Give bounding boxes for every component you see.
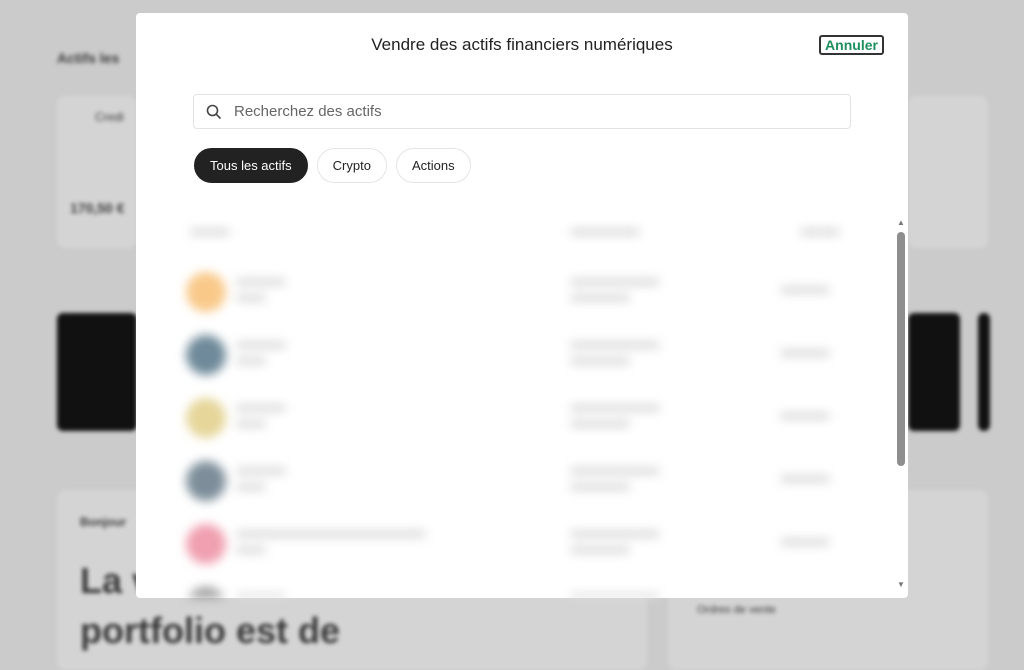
blurred-text	[236, 294, 266, 302]
scrollbar-thumb[interactable]	[897, 232, 905, 466]
blurred-text	[236, 483, 266, 491]
section-title: Actifs les	[57, 50, 120, 66]
greeting: Bonjour	[80, 515, 126, 529]
blurred-text	[780, 475, 830, 483]
banner	[57, 313, 137, 431]
blurred-text	[780, 349, 830, 357]
blurred-text	[570, 530, 660, 538]
blurred-text	[570, 404, 660, 412]
search-field[interactable]	[193, 94, 851, 129]
blurred-text	[570, 357, 630, 365]
blurred-text	[570, 278, 660, 286]
blurred-text	[780, 538, 830, 546]
blurred-text	[236, 546, 266, 554]
blurred-text	[236, 278, 286, 286]
filter-all-assets[interactable]: Tous les actifs	[194, 148, 308, 183]
blurred-text	[236, 530, 426, 538]
asset-row[interactable]	[160, 329, 860, 379]
scroll-up-arrow-icon[interactable]: ▲	[896, 218, 906, 227]
banner	[908, 313, 960, 431]
blurred-text	[236, 467, 286, 475]
asset-logo-icon	[186, 587, 226, 598]
asset-logo-icon	[186, 524, 226, 564]
blurred-text	[236, 357, 266, 365]
blurred-text	[570, 467, 660, 475]
sell-orders-link: Ordres de vente	[697, 604, 776, 616]
asset-row[interactable]	[160, 266, 860, 316]
asset-logo-icon	[186, 335, 226, 375]
asset-row[interactable]	[160, 455, 860, 505]
asset-row[interactable]	[160, 392, 860, 442]
sell-assets-modal: Vendre des actifs financiers numériques …	[136, 13, 908, 598]
modal-title: Vendre des actifs financiers numériques	[371, 35, 673, 54]
card-label: Credi	[95, 110, 124, 124]
filter-tabs: Tous les actifs Crypto Actions	[194, 148, 471, 183]
blurred-text	[780, 412, 830, 420]
blurred-text	[236, 404, 286, 412]
blurred-text	[570, 420, 630, 428]
blurred-text	[570, 341, 660, 349]
cancel-button[interactable]: Annuler	[819, 35, 884, 55]
banner	[978, 313, 990, 431]
search-input[interactable]	[234, 103, 814, 120]
scrollbar[interactable]: ▲ ▼	[896, 218, 906, 593]
asset-logo-icon	[186, 398, 226, 438]
blurred-text	[236, 420, 266, 428]
blurred-text	[236, 341, 286, 349]
blurred-text	[570, 546, 630, 554]
headline: portfolio est de	[80, 610, 340, 651]
filter-crypto[interactable]: Crypto	[316, 148, 387, 183]
blurred-text	[570, 294, 630, 302]
blurred-text	[780, 286, 830, 294]
card-value: 170,50 €	[70, 200, 125, 216]
asset-list	[160, 200, 878, 598]
blurred-text	[570, 593, 660, 598]
asset-logo-icon	[186, 272, 226, 312]
scroll-down-arrow-icon[interactable]: ▼	[896, 580, 906, 589]
asset-logo-icon	[186, 461, 226, 501]
asset-row[interactable]	[160, 581, 860, 598]
asset-card	[908, 96, 988, 248]
search-icon	[206, 104, 222, 119]
blurred-text	[570, 483, 630, 491]
filter-stocks[interactable]: Actions	[395, 148, 471, 183]
asset-row[interactable]	[160, 518, 860, 568]
blurred-text	[236, 593, 286, 598]
